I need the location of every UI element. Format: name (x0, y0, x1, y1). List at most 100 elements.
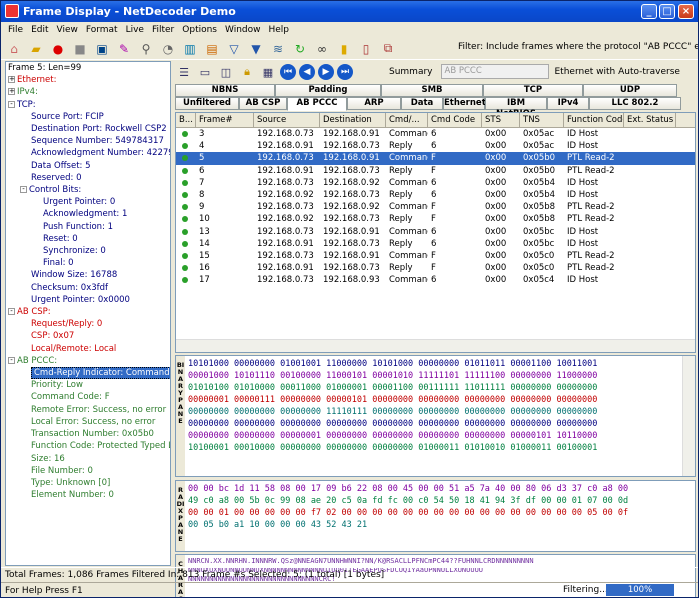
close-button[interactable]: × (678, 4, 694, 19)
column-header[interactable]: TNS (520, 113, 564, 127)
tab-tcp[interactable]: TCP (483, 84, 583, 97)
column-header[interactable]: Frame# (196, 113, 254, 127)
binoculars-icon[interactable]: ∞ (313, 40, 331, 58)
tree-node[interactable]: Final: 0 (6, 257, 170, 269)
view-list-icon[interactable]: ▭ (196, 64, 214, 81)
tree-node[interactable]: Acknowledgment: 1 (6, 208, 170, 220)
column-header[interactable]: Destination (320, 113, 386, 127)
view-detail-icon[interactable]: ◫ (217, 64, 235, 81)
tab-nbns[interactable]: NBNS (175, 84, 275, 97)
tree-node[interactable]: Urgent Pointer: 0 (6, 196, 170, 208)
tab-ipv4[interactable]: IPv4 (547, 97, 589, 110)
first-frame-icon[interactable]: ⏮ (280, 64, 296, 80)
tree-expander-icon[interactable]: + (8, 88, 15, 96)
book-open-icon[interactable]: ⧉ (379, 40, 397, 58)
tree-node[interactable]: Reset: 0 (6, 233, 170, 245)
gauge-icon[interactable]: ◔ (159, 40, 177, 58)
tree-node[interactable]: Element Number: 0 (6, 489, 170, 501)
tree-node[interactable]: Checksum: 0x3fdf (6, 282, 170, 294)
minimize-button[interactable]: _ (641, 4, 657, 19)
previous-frame-icon[interactable]: ◀ (299, 64, 315, 80)
filter-icon[interactable]: ▽ (225, 40, 243, 58)
layers-icon[interactable]: ≋ (269, 40, 287, 58)
column-header[interactable]: Cmd Code (428, 113, 482, 127)
grid-icon[interactable]: ▦ (259, 64, 277, 81)
radix-pane-content[interactable]: 00 00 bc 1d 11 58 08 00 17 09 b6 22 08 0… (188, 483, 628, 531)
tab-udp[interactable]: UDP (583, 84, 677, 97)
menu-options[interactable]: Options (178, 25, 221, 35)
tab-ab-pccc[interactable]: AB PCCC (287, 97, 347, 111)
tree-node[interactable]: Acknowledgment Number: 4227907668 (6, 147, 170, 159)
tree-node[interactable]: Reserved: 0 (6, 172, 170, 184)
tree-node[interactable]: Push Function: 1 (6, 221, 170, 233)
home-icon[interactable]: ⌂ (5, 40, 23, 58)
table-row[interactable]: 3 192.168.0.73 192.168.0.91 Command6 0x00 0x0… (176, 128, 695, 140)
table-row[interactable]: 17 192.168.0.73 192.168.0.93 Command6 0x00 0x… (176, 274, 695, 286)
summary-select[interactable]: AB PCCC (440, 64, 549, 79)
view-split-icon[interactable]: ☰ (175, 64, 193, 81)
tree-node[interactable]: Window Size: 16788 (6, 269, 170, 281)
tree-node[interactable]: Data Offset: 5 (6, 160, 170, 172)
tab-ethernet[interactable]: Ethernet (443, 97, 486, 110)
tree-node[interactable]: Synchronize: 0 (6, 245, 170, 257)
tree-node[interactable]: Urgent Pointer: 0x0000 (6, 294, 170, 306)
table-row[interactable]: 8 192.168.0.92 192.168.0.73 Reply 6 0x00 0x05b… (176, 189, 695, 201)
menu-edit[interactable]: Edit (27, 25, 52, 35)
column-header[interactable]: STS (482, 113, 520, 127)
tree-expander-icon[interactable]: - (8, 356, 15, 364)
tab-unfiltered[interactable]: Unfiltered (175, 97, 239, 110)
tab-arp[interactable]: ARP (347, 97, 401, 110)
tree-node[interactable]: Destination Port: Rockwell CSP2 (6, 123, 170, 135)
next-frame-icon[interactable]: ▶ (318, 64, 334, 80)
book-icon[interactable]: ▯ (357, 40, 375, 58)
tree-node[interactable]: Transaction Number: 0x05b0 (6, 428, 170, 440)
table-row[interactable]: 10 192.168.0.92 192.168.0.73 Reply F 0x00 0x05… (176, 213, 695, 225)
refresh-icon[interactable]: ↻ (291, 40, 309, 58)
tree-node[interactable]: Size: 16 (6, 453, 170, 465)
column-header[interactable]: Cmd/... (386, 113, 428, 127)
tree-node[interactable]: File Number: 0 (6, 465, 170, 477)
table-row[interactable]: 15 192.168.0.73 192.168.0.91 CommandF 0x00 0x… (176, 250, 695, 262)
tree-node[interactable]: + Ethernet: (6, 74, 170, 86)
title-bar[interactable]: Frame Display - NetDecoder Demo _ □ × (1, 1, 698, 22)
menu-window[interactable]: Window (221, 25, 265, 35)
table-row[interactable]: 4 192.168.0.91 192.168.0.73 Reply 6 0x00 0x05a… (176, 140, 695, 152)
tab-data[interactable]: Data (401, 97, 443, 110)
tree-node[interactable]: Cmd-Reply Indicator: Command (6, 367, 170, 380)
table-row[interactable]: 14 192.168.0.91 192.168.0.73 Reply 6 0x00 0x05… (176, 238, 695, 250)
tree-node[interactable]: - Control Bits: (6, 184, 170, 196)
tab-ab-csp[interactable]: AB CSP (239, 97, 287, 110)
tab-llc-802-2[interactable]: LLC 802.2 (589, 97, 681, 110)
menu-filter[interactable]: Filter (148, 25, 178, 35)
search-icon[interactable]: ⚲ (137, 40, 155, 58)
decode-tree[interactable]: Frame 5: Len=99 + Ethernet: + IPv4: - TCP: Sour… (5, 61, 171, 566)
filter-edit-icon[interactable]: ▼ (247, 40, 265, 58)
menu-format[interactable]: Format (82, 25, 122, 35)
tree-node[interactable]: Local/Remote: Local (6, 343, 170, 355)
save-icon[interactable]: ▣ (93, 40, 111, 58)
binary-pane-scrollbar[interactable] (682, 356, 695, 476)
menu-live[interactable]: Live (122, 25, 148, 35)
tree-node[interactable]: Function Code: Protected Typed Logica (6, 440, 170, 452)
tree-expander-icon[interactable]: + (8, 76, 15, 84)
column-header[interactable]: Function Code (564, 113, 624, 127)
tree-node[interactable]: - AB CSP: (6, 306, 170, 318)
brush-icon[interactable]: ✎ (115, 40, 133, 58)
tree-node[interactable]: Local Error: Success, no error (6, 416, 170, 428)
menu-help[interactable]: Help (265, 25, 294, 35)
table-row[interactable]: 13 192.168.0.73 192.168.0.91 Command6 0x00 0x… (176, 226, 695, 238)
tab-ibm-netbios[interactable]: IBM NetBIOS (485, 97, 547, 119)
tree-node[interactable]: Frame 5: Len=99 (6, 62, 170, 74)
tree-node[interactable]: Request/Reply: 0 (6, 318, 170, 330)
table-row[interactable]: 6 192.168.0.91 192.168.0.73 Reply F 0x00 0x05b… (176, 165, 695, 177)
last-frame-icon[interactable]: ⏭ (337, 64, 353, 80)
column-header[interactable]: B... (176, 113, 196, 127)
grid-horizontal-scrollbar[interactable] (176, 339, 695, 352)
menu-file[interactable]: File (4, 25, 27, 35)
table-row[interactable]: 7 192.168.0.73 192.168.0.92 Command6 0x00 0x0… (176, 177, 695, 189)
tree-node[interactable]: Remote Error: Success, no error (6, 404, 170, 416)
table-row[interactable]: 9 192.168.0.73 192.168.0.92 CommandF 0x00 0x0… (176, 201, 695, 213)
tree-node[interactable]: - TCP: (6, 99, 170, 111)
binary-pane-content[interactable]: 10101000 00000000 01001001 11000000 1010… (188, 358, 597, 454)
tree-node[interactable]: CSP: 0x07 (6, 330, 170, 342)
